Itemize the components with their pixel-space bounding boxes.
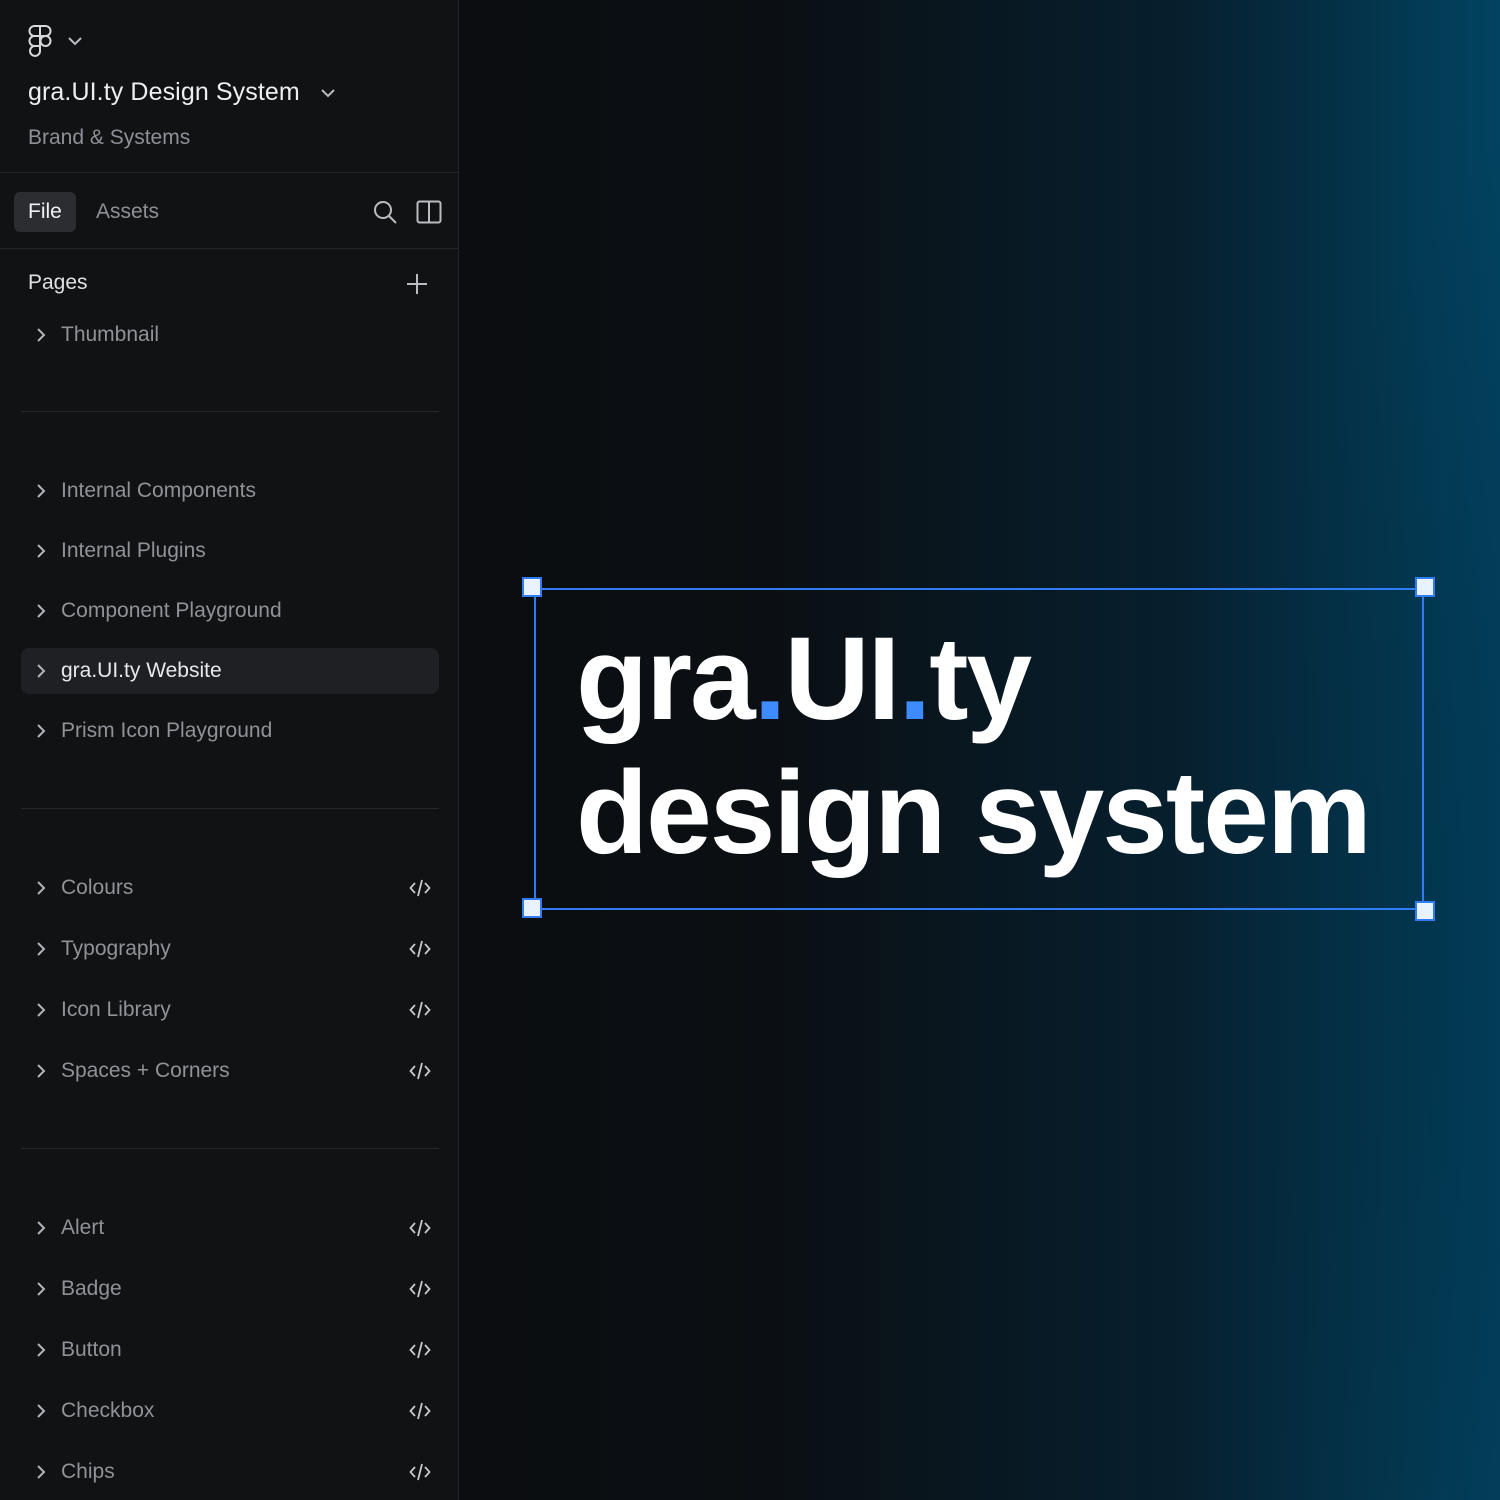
chevron-right-icon[interactable] [21,1220,61,1236]
page-item[interactable]: Button [21,1327,439,1373]
chevron-right-icon[interactable] [21,1281,61,1297]
project-subtitle[interactable]: Brand & Systems [28,126,190,150]
panel-tools [370,197,444,227]
panel-tabs: File Assets [0,173,458,249]
page-item-label: Colours [61,876,134,899]
page-item-label: Thumbnail [61,323,160,346]
page-item[interactable]: Internal Components [21,468,439,514]
code-icon [409,1000,431,1020]
code-icon [409,1462,431,1482]
pages-divider [21,411,439,412]
chevron-right-icon[interactable] [21,543,61,559]
resize-handle-top-right[interactable] [1415,577,1435,597]
project-title[interactable]: gra.UI.ty Design System [28,78,336,107]
figma-app: gra.UI.ty Design System Brand & Systems … [0,0,1500,1500]
pages-divider [21,808,439,809]
project-title-text: gra.UI.ty Design System [28,78,300,106]
page-item-label: Alert [61,1216,105,1239]
code-icon [409,1061,431,1081]
page-item-label: Checkbox [61,1399,155,1422]
page-item-label: Spaces + Corners [61,1059,230,1082]
hero-text-layer[interactable]: gra.UI.ty design system [576,612,1372,880]
chevron-right-icon[interactable] [21,663,61,679]
chevron-right-icon[interactable] [21,941,61,957]
hero-word-ty: ty [929,613,1032,745]
chevron-right-icon[interactable] [21,723,61,739]
page-item[interactable]: Typography [21,926,439,972]
resize-handle-bottom-right[interactable] [1415,901,1435,921]
page-item-label: Chips [61,1460,115,1483]
page-item-label: Typography [61,937,171,960]
page-item[interactable]: Badge [21,1266,439,1312]
hero-line-2: design system [576,747,1372,879]
search-icon [374,201,397,224]
chevron-right-icon[interactable] [21,1464,61,1480]
page-item-label: gra.UI.ty Website [61,659,222,682]
hero-dot: . [753,613,787,745]
file-header: gra.UI.ty Design System Brand & Systems [0,0,458,173]
page-item-label: Internal Plugins [61,539,206,562]
toggle-panel-button[interactable] [414,197,444,227]
chevron-right-icon[interactable] [21,603,61,619]
page-item[interactable]: gra.UI.ty Website [21,648,439,694]
code-icon [409,1218,431,1238]
pages-title: Pages [28,271,88,294]
chevron-right-icon[interactable] [21,483,61,499]
page-item[interactable]: Chips [21,1449,439,1495]
page-item[interactable]: Checkbox [21,1388,439,1434]
tab-assets[interactable]: Assets [82,192,173,232]
page-item[interactable]: Alert [21,1205,439,1251]
chevron-right-icon[interactable] [21,880,61,896]
page-item-label: Component Playground [61,599,282,622]
search-button[interactable] [370,197,400,227]
resize-handle-top-left[interactable] [522,577,542,597]
main-menu[interactable] [27,24,83,58]
pages-header: Pages [0,249,458,321]
code-icon [409,1401,431,1421]
page-item[interactable]: Internal Plugins [21,528,439,574]
hero-dot: . [898,613,931,745]
code-icon [409,1279,431,1299]
chevron-right-icon[interactable] [21,1403,61,1419]
chevron-down-icon [68,37,82,46]
plus-icon [407,274,427,294]
page-item-label: Prism Icon Playground [61,719,273,742]
hero-word-ui: UI [784,613,900,745]
chevron-right-icon[interactable] [21,327,61,343]
page-item[interactable]: Icon Library [21,987,439,1033]
code-icon [409,939,431,959]
page-item[interactable]: Thumbnail [21,312,439,358]
chevron-right-icon[interactable] [21,1002,61,1018]
pages-divider [21,1148,439,1149]
page-item-label: Icon Library [61,998,171,1021]
chevron-down-icon [321,88,335,97]
page-item-label: Internal Components [61,479,256,502]
chevron-right-icon[interactable] [21,1063,61,1079]
page-item-label: Badge [61,1277,122,1300]
left-sidebar: gra.UI.ty Design System Brand & Systems … [0,0,459,1500]
code-icon [409,1340,431,1360]
hero-line-1: gra.UI.ty [576,612,1370,746]
page-item[interactable]: Prism Icon Playground [21,708,439,754]
panel-layout-icon [416,200,442,224]
chevron-right-icon[interactable] [21,1342,61,1358]
code-icon [409,878,431,898]
page-item[interactable]: Spaces + Corners [21,1048,439,1094]
design-canvas[interactable]: gra.UI.ty design system [459,0,1500,1500]
page-item-label: Button [61,1338,122,1361]
add-page-button[interactable] [402,269,432,299]
page-item[interactable]: Colours [21,865,439,911]
resize-handle-bottom-left[interactable] [522,898,542,918]
tab-file[interactable]: File [14,192,76,232]
page-item[interactable]: Component Playground [21,588,439,634]
figma-logo-icon [28,25,52,57]
hero-word-gra: gra [576,613,756,745]
